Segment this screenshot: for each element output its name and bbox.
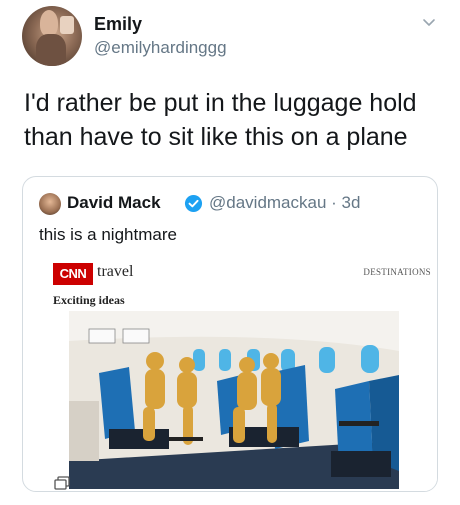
- verified-icon: [184, 194, 203, 213]
- cabin-image: [69, 311, 399, 489]
- gallery-icon[interactable]: [54, 476, 70, 490]
- author-handle[interactable]: @emilyhardinggg: [94, 38, 227, 58]
- tweet-text-line: I'd rather be put in the luggage hold: [24, 89, 417, 117]
- quoted-handle[interactable]: @davidmackau · 3d: [209, 193, 360, 213]
- tweet: Emily @emilyhardinggg I'd rather be put …: [0, 0, 460, 505]
- quoted-text: this is a nightmare: [39, 225, 177, 244]
- tweet-text: I'd rather be put in the luggage hold th…: [24, 86, 444, 154]
- article-tag: DESTINATIONS: [363, 267, 431, 277]
- article-subtitle: Exciting ideas: [53, 293, 125, 307]
- cnn-logo: CNN: [53, 263, 93, 285]
- quoted-avatar[interactable]: [39, 193, 61, 215]
- article-section: travel: [97, 263, 134, 280]
- tweet-text-line: than have to sit like this on a plane: [24, 123, 408, 151]
- avatar[interactable]: [22, 6, 82, 66]
- quoted-tweet-card[interactable]: David Mack @davidmackau · 3d this is a n…: [22, 176, 438, 492]
- author-name[interactable]: Emily: [94, 14, 142, 35]
- article-screenshot: CNN travel DESTINATIONS Exciting ideas: [39, 259, 437, 491]
- quoted-author-name[interactable]: David Mack: [67, 193, 161, 213]
- chevron-down-icon[interactable]: [422, 16, 436, 30]
